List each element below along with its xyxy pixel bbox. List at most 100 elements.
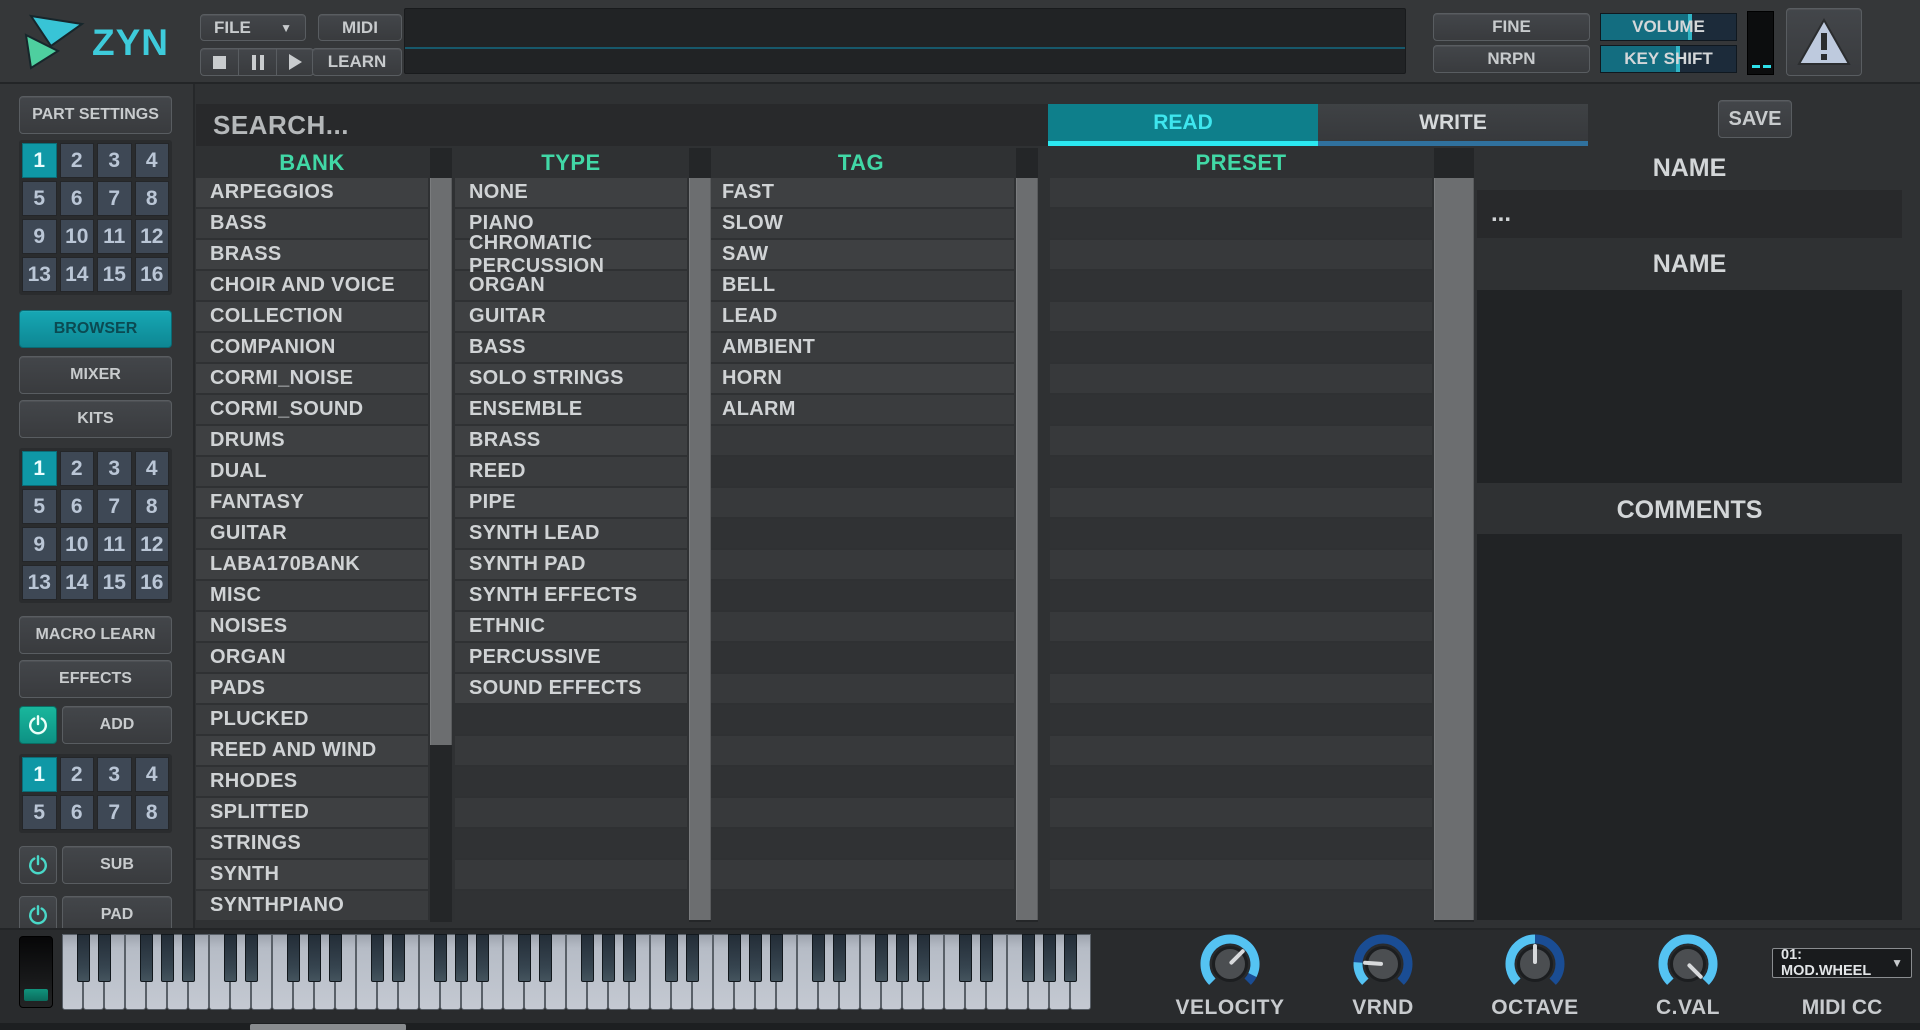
grid-cell-9[interactable]: 9 — [22, 219, 57, 254]
grid-cell-10[interactable]: 10 — [60, 219, 95, 254]
bank-scrollbar[interactable] — [430, 148, 452, 922]
list-item[interactable]: ETHNIC — [455, 612, 687, 641]
list-item[interactable]: SOUND EFFECTS — [455, 674, 687, 703]
list-item[interactable]: DRUMS — [196, 426, 428, 455]
grid-cell-2[interactable]: 2 — [60, 143, 95, 178]
grid-cell-11[interactable]: 11 — [97, 219, 132, 254]
type-scrollbar[interactable] — [689, 148, 711, 922]
browser-button[interactable]: BROWSER — [19, 310, 172, 348]
black-key[interactable] — [287, 934, 300, 982]
stop-button[interactable] — [200, 48, 238, 76]
tab-read[interactable]: READ — [1048, 104, 1318, 146]
add-synth-button[interactable]: ADD — [62, 706, 172, 744]
grid-cell-8[interactable]: 8 — [135, 795, 170, 830]
black-key[interactable] — [1022, 934, 1035, 982]
grid-cell-2[interactable]: 2 — [60, 451, 95, 486]
grid-cell-1[interactable]: 1 — [22, 757, 57, 792]
grid-cell-16[interactable]: 16 — [135, 565, 170, 600]
list-item[interactable]: FANTASY — [196, 488, 428, 517]
tag-scrollbar[interactable] — [1016, 148, 1038, 922]
list-item[interactable]: COLLECTION — [196, 302, 428, 331]
tag-scrollbar-thumb[interactable] — [1016, 178, 1038, 920]
list-item[interactable]: PLUCKED — [196, 705, 428, 734]
black-key[interactable] — [434, 934, 447, 982]
list-item[interactable]: SYNTHPIANO — [196, 891, 428, 920]
pitch-wheel[interactable] — [19, 936, 53, 1008]
list-item[interactable]: MISC — [196, 581, 428, 610]
list-item[interactable]: NONE — [455, 178, 687, 207]
list-item[interactable]: ENSEMBLE — [455, 395, 687, 424]
grid-cell-13[interactable]: 13 — [22, 565, 57, 600]
grid-cell-2[interactable]: 2 — [60, 757, 95, 792]
list-item[interactable]: BRASS — [455, 426, 687, 455]
grid-cell-3[interactable]: 3 — [97, 143, 132, 178]
play-button[interactable] — [276, 48, 314, 76]
mixer-button[interactable]: MIXER — [19, 356, 172, 394]
grid-cell-5[interactable]: 5 — [22, 795, 57, 830]
sub-enable-toggle[interactable] — [19, 846, 57, 884]
black-key[interactable] — [1043, 934, 1056, 982]
keyboard-hscrollbar[interactable] — [0, 1023, 1920, 1030]
black-key[interactable] — [812, 934, 825, 982]
grid-cell-7[interactable]: 7 — [97, 489, 132, 524]
black-key[interactable] — [665, 934, 678, 982]
list-item[interactable]: SLOW — [708, 209, 1014, 238]
black-key[interactable] — [980, 934, 993, 982]
vrnd-knob[interactable] — [1351, 932, 1415, 996]
grid-cell-6[interactable]: 6 — [60, 489, 95, 524]
grid-cell-6[interactable]: 6 — [60, 181, 95, 216]
black-key[interactable] — [623, 934, 636, 982]
grid-cell-7[interactable]: 7 — [97, 795, 132, 830]
list-item[interactable]: BRASS — [196, 240, 428, 269]
preset-path-row[interactable]: ... — [1477, 190, 1902, 238]
black-key[interactable] — [728, 934, 741, 982]
list-item[interactable]: ARPEGGIOS — [196, 178, 428, 207]
list-item[interactable]: BELL — [708, 271, 1014, 300]
grid-cell-4[interactable]: 4 — [135, 143, 170, 178]
black-key[interactable] — [245, 934, 258, 982]
list-item[interactable]: DUAL — [196, 457, 428, 486]
black-key[interactable] — [371, 934, 384, 982]
list-item[interactable]: RHODES — [196, 767, 428, 796]
black-key[interactable] — [833, 934, 846, 982]
kits-button[interactable]: KITS — [19, 400, 172, 438]
grid-cell-14[interactable]: 14 — [60, 565, 95, 600]
black-key[interactable] — [182, 934, 195, 982]
grid-cell-10[interactable]: 10 — [60, 527, 95, 562]
list-item[interactable]: CORMI_NOISE — [196, 364, 428, 393]
black-key[interactable] — [581, 934, 594, 982]
grid-cell-8[interactable]: 8 — [135, 181, 170, 216]
black-key[interactable] — [329, 934, 342, 982]
grid-cell-7[interactable]: 7 — [97, 181, 132, 216]
list-item[interactable]: SYNTH PAD — [455, 550, 687, 579]
list-item[interactable]: ALARM — [708, 395, 1014, 424]
grid-cell-14[interactable]: 14 — [60, 257, 95, 292]
list-item[interactable]: SYNTH LEAD — [455, 519, 687, 548]
black-key[interactable] — [77, 934, 90, 982]
grid-cell-1[interactable]: 1 — [22, 451, 57, 486]
black-key[interactable] — [686, 934, 699, 982]
list-item[interactable]: CORMI_SOUND — [196, 395, 428, 424]
black-key[interactable] — [224, 934, 237, 982]
sub-synth-button[interactable]: SUB — [62, 846, 172, 884]
comments-field[interactable] — [1477, 534, 1902, 920]
list-item[interactable]: NOISES — [196, 612, 428, 641]
tab-write[interactable]: WRITE — [1318, 104, 1588, 146]
black-key[interactable] — [539, 934, 552, 982]
preset-scrollbar[interactable] — [1434, 148, 1474, 922]
black-key[interactable] — [1064, 934, 1077, 982]
part-settings-button[interactable]: PART SETTINGS — [19, 96, 172, 134]
list-item[interactable]: REED — [455, 457, 687, 486]
black-key[interactable] — [392, 934, 405, 982]
list-item[interactable]: BASS — [455, 333, 687, 362]
keyboard-hscrollbar-thumb[interactable] — [250, 1024, 406, 1030]
list-item[interactable]: LEAD — [708, 302, 1014, 331]
list-item[interactable]: SYNTH — [196, 860, 428, 889]
bank-scrollbar-thumb[interactable] — [430, 178, 452, 745]
list-item[interactable]: CHOIR AND VOICE — [196, 271, 428, 300]
list-item[interactable]: CHROMATIC PERCUSSION — [455, 240, 687, 269]
preset-name-field[interactable] — [1477, 290, 1902, 483]
keyshift-slider[interactable]: KEY SHIFT — [1600, 45, 1737, 73]
panic-warning-button[interactable] — [1786, 8, 1862, 76]
save-button[interactable]: SAVE — [1718, 100, 1792, 138]
